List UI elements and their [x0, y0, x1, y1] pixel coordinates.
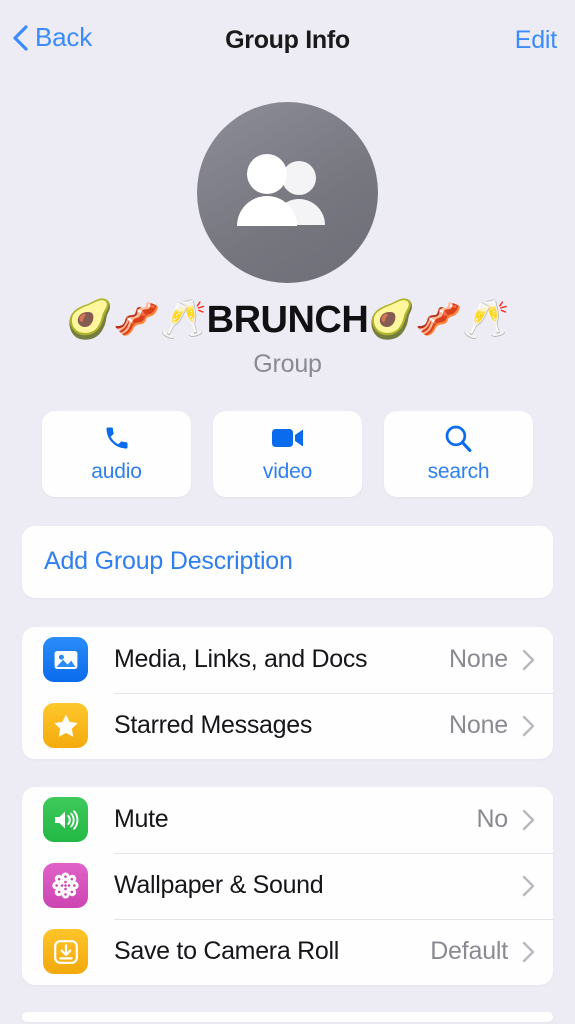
search-button[interactable]: search	[384, 410, 533, 497]
flower-icon	[43, 863, 88, 909]
quick-actions: audio video search	[0, 410, 575, 497]
edit-button[interactable]: Edit	[515, 26, 557, 55]
search-label: search	[427, 460, 490, 484]
photo-icon	[43, 637, 88, 683]
save-to-camera-roll-row[interactable]: Save to Camera Roll Default	[22, 918, 553, 985]
media-links-docs-label: Media, Links, and Docs	[114, 645, 368, 674]
starred-messages-value: None	[449, 711, 508, 740]
video-call-button[interactable]: video	[213, 410, 362, 497]
chevron-right-icon	[522, 941, 535, 963]
chevron-right-icon	[522, 649, 535, 671]
speaker-icon	[43, 797, 88, 843]
avatar-container	[0, 102, 575, 283]
mute-row[interactable]: Mute No	[22, 787, 553, 853]
save-to-camera-roll-label: Save to Camera Roll	[114, 937, 339, 966]
star-icon	[43, 703, 88, 749]
next-section-card-partial[interactable]	[22, 1011, 553, 1022]
group-avatar[interactable]	[197, 102, 378, 283]
group-info-screen: Back Group Info Edit 🥑🥓🥂BRUNCH🥑🥓🥂 Group	[0, 0, 575, 1024]
wallpaper-sound-label: Wallpaper & Sound	[114, 871, 324, 900]
save-to-camera-roll-value: Default	[430, 937, 508, 966]
back-button[interactable]: Back	[10, 22, 92, 53]
phone-icon	[103, 423, 131, 453]
chevron-right-icon	[522, 715, 535, 737]
group-subtitle: Group	[253, 349, 322, 378]
group-description-card: Add Group Description	[22, 525, 553, 598]
starred-messages-row[interactable]: Starred Messages None	[22, 692, 553, 759]
starred-messages-label: Starred Messages	[114, 711, 313, 740]
settings-section-card: Mute No Wallpaper & Sound Save to Camera…	[22, 786, 553, 985]
back-label: Back	[35, 22, 93, 52]
chevron-right-icon	[522, 875, 535, 897]
chevron-right-icon	[522, 809, 535, 831]
media-links-docs-row[interactable]: Media, Links, and Docs None	[22, 627, 553, 693]
mute-value: No	[476, 805, 508, 834]
search-icon	[444, 423, 473, 453]
video-call-label: video	[262, 460, 313, 484]
group-people-icon	[236, 153, 325, 226]
page-title: Group Info	[225, 25, 350, 54]
media-links-docs-value: None	[449, 645, 508, 674]
group-name: 🥑🥓🥂BRUNCH🥑🥓🥂	[66, 299, 509, 341]
mute-label: Mute	[114, 805, 169, 834]
audio-call-label: audio	[91, 460, 142, 484]
navigation-bar: Back Group Info Edit	[0, 0, 575, 80]
wallpaper-sound-row[interactable]: Wallpaper & Sound	[22, 852, 553, 919]
add-group-description-label: Add Group Description	[44, 547, 293, 576]
add-group-description-button[interactable]: Add Group Description	[22, 526, 553, 598]
chevron-left-icon	[13, 24, 28, 51]
audio-call-button[interactable]: audio	[42, 410, 191, 497]
video-camera-icon	[271, 423, 305, 453]
media-section-card: Media, Links, and Docs None Starred Mess…	[22, 626, 553, 759]
download-icon	[43, 929, 88, 975]
